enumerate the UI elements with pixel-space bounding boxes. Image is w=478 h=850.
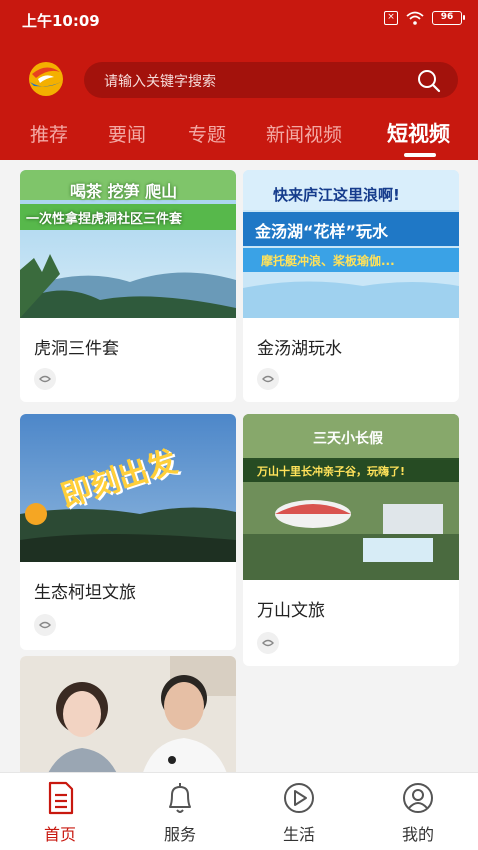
battery-icon: 96 [432,11,465,25]
status-icons: × 96 [384,11,465,25]
video-thumbnail[interactable]: 快来庐江这里浪啊! 金汤湖“花样”玩水 摩托艇冲浪、桨板瑜伽... [243,170,459,318]
video-title: 金汤湖玩水 [257,339,342,359]
search-bar[interactable]: 请输入关键字搜索 [84,62,458,98]
nav-label: 生活 [282,825,315,844]
video-thumbnail[interactable] [20,656,236,772]
nav-life[interactable]: 生活 [259,773,339,850]
video-thumbnail[interactable]: 三天小长假 万山十里长冲亲子谷，玩嗨了! [243,414,459,580]
thumbnail-caption: 快来庐江这里浪啊! [273,186,400,204]
source-icon [257,368,279,390]
video-thumbnail[interactable]: 喝茶 挖笋 爬山 一次性拿捏虎洞社区三件套 [20,170,236,318]
tab-headlines[interactable]: 要闻 [108,120,146,147]
source-icon [257,632,279,654]
video-thumbnail[interactable]: 即刻出发 [20,414,236,562]
user-icon [400,781,436,815]
play-icon [281,781,317,815]
thumbnail-caption: 喝茶 挖笋 爬山 [70,182,178,201]
app-logo[interactable] [24,58,68,100]
tab-topics[interactable]: 专题 [188,120,226,147]
tab-short-video[interactable]: 短视频 [387,118,450,148]
thumbnail-caption: 一次性拿捏虎洞社区三件套 [26,212,183,227]
tab-news-video[interactable]: 新闻视频 [266,120,342,147]
nav-profile[interactable]: 我的 [378,773,458,850]
document-icon [42,781,78,815]
video-card[interactable] [20,656,236,772]
video-card[interactable]: 三天小长假 万山十里长冲亲子谷，玩嗨了! 万山文旅 [243,414,459,666]
video-card[interactable]: 快来庐江这里浪啊! 金汤湖“花样”玩水 摩托艇冲浪、桨板瑜伽... 金汤湖玩水 [243,170,459,402]
status-bar: 上午10:09 × 96 [0,0,478,40]
nav-service[interactable]: 服务 [140,773,220,850]
search-input[interactable]: 请输入关键字搜索 [104,71,216,91]
video-title: 生态柯坦文旅 [34,583,136,603]
search-icon[interactable] [416,68,442,98]
active-tab-indicator [404,153,436,157]
video-title: 万山文旅 [257,601,325,621]
bottom-navigation: 首页 服务 生活 我的 [0,772,478,850]
thumbnail-caption: 摩托艇冲浪、桨板瑜伽... [261,254,395,268]
thumbnail-caption: 三天小长假 [313,431,383,447]
video-card[interactable]: 即刻出发 生态柯坦文旅 [20,414,236,650]
sim-icon: × [384,11,398,25]
thumbnail-caption: 万山十里长冲亲子谷，玩嗨了! [257,465,406,478]
wifi-icon [406,11,424,25]
video-title: 虎洞三件套 [34,339,119,359]
bell-icon [162,781,198,815]
video-card[interactable]: 喝茶 挖笋 爬山 一次性拿捏虎洞社区三件套 虎洞三件套 [20,170,236,402]
short-video-grid: 喝茶 挖笋 爬山 一次性拿捏虎洞社区三件套 虎洞三件套 快来庐江这里浪啊! 金汤… [0,160,478,772]
source-icon [34,368,56,390]
status-time: 上午10:09 [22,12,100,30]
nav-label: 服务 [163,825,196,844]
app-header: 上午10:09 × 96 请输入关键字搜索 推荐 要闻 专题 新闻视频 短视频 [0,0,478,160]
nav-label: 我的 [401,825,434,844]
category-tabs: 推荐 要闻 专题 新闻视频 短视频 [0,116,478,160]
source-icon [34,614,56,636]
nav-label: 首页 [43,825,76,844]
tab-recommend[interactable]: 推荐 [30,120,68,147]
thumbnail-caption: 金汤湖“花样”玩水 [255,222,389,241]
nav-home[interactable]: 首页 [20,773,100,850]
